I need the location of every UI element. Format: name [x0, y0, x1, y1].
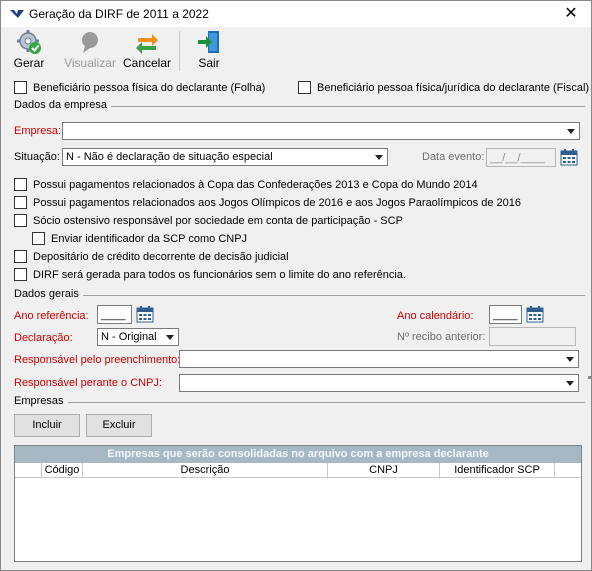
- checkbox-box[interactable]: [298, 81, 311, 94]
- data-evento-value: __/__/____: [490, 152, 546, 164]
- gerar-label: Gerar: [13, 56, 45, 70]
- recibo-anterior-label: Nº recibo anterior:: [397, 331, 486, 343]
- gerar-button[interactable]: Gerar: [9, 29, 49, 73]
- scp-label: Sócio ostensivo responsável por sociedad…: [33, 214, 403, 227]
- checkbox-box[interactable]: [32, 232, 45, 245]
- empresas-title: Empresas: [14, 395, 68, 407]
- empresa-select[interactable]: [62, 122, 580, 140]
- dados-empresa-title: Dados da empresa: [14, 99, 111, 111]
- declaracao-select[interactable]: N - Original: [97, 328, 179, 346]
- declaracao-value: N - Original: [101, 331, 157, 343]
- sem-limite-label: DIRF será gerada para todos os funcionár…: [33, 268, 406, 281]
- cancelar-arrows-icon: [136, 34, 158, 54]
- checkbox-box[interactable]: [14, 250, 27, 263]
- empresa-label: Empresa:: [14, 125, 62, 137]
- column-identificador-scp[interactable]: Identificador SCP: [440, 463, 555, 478]
- declaracao-label: Declaração:: [14, 332, 73, 344]
- resp-cnpj-label: Responsável perante o CNPJ:: [14, 377, 162, 389]
- ano-calendario-input[interactable]: ____: [489, 305, 522, 324]
- recibo-anterior-input[interactable]: [489, 327, 576, 346]
- cancelar-label: Cancelar: [122, 56, 172, 70]
- olimpicos-label: Possui pagamentos relacionados aos Jogos…: [33, 196, 521, 209]
- resp-preenchimento-label: Responsável pelo preenchimento:: [14, 354, 181, 366]
- sem-limite-checkbox[interactable]: DIRF será gerada para todos os funcionár…: [14, 268, 406, 281]
- grid-caption: Empresas que serão consolidadas no arqui…: [15, 446, 581, 463]
- checkbox-box[interactable]: [14, 268, 27, 281]
- ano-referencia-input[interactable]: ____: [97, 305, 132, 324]
- data-evento-input[interactable]: __/__/____: [486, 148, 556, 167]
- sair-button[interactable]: Sair: [189, 29, 229, 73]
- dados-empresa-group: Dados da empresa: [14, 99, 585, 113]
- depositario-label: Depositário de crédito decorrente de dec…: [33, 250, 289, 263]
- grid-header: Código Descrição CNPJ Identificador SCP: [15, 463, 581, 478]
- visualizar-button[interactable]: Visualizar: [63, 29, 117, 73]
- situacao-select[interactable]: N - Não é declaração de situação especia…: [62, 148, 388, 166]
- copa-checkbox[interactable]: Possui pagamentos relacionados à Copa da…: [14, 178, 478, 191]
- checkbox-box[interactable]: [14, 81, 27, 94]
- folha-checkbox[interactable]: Beneficiário pessoa física do declarante…: [14, 81, 265, 94]
- checkbox-box[interactable]: [14, 178, 27, 191]
- chevron-down-icon[interactable]: [372, 150, 386, 164]
- app-logo-icon: [10, 10, 24, 18]
- window-title: Geração da DIRF de 2011 a 2022: [29, 7, 209, 21]
- sair-exit-icon: [198, 31, 219, 53]
- scp-cnpj-label: Enviar identificador da SCP como CNPJ: [51, 232, 248, 245]
- dados-gerais-group: Dados gerais: [14, 288, 585, 302]
- scp-cnpj-checkbox[interactable]: Enviar identificador da SCP como CNPJ: [32, 232, 247, 245]
- situacao-label: Situação:: [14, 151, 60, 163]
- chevron-down-icon[interactable]: [163, 330, 177, 344]
- ano-calendario-value: ____: [493, 309, 518, 321]
- scp-checkbox[interactable]: Sócio ostensivo responsável por sociedad…: [14, 214, 403, 227]
- empresas-grid[interactable]: Empresas que serão consolidadas no arqui…: [14, 445, 582, 562]
- column-codigo[interactable]: Código: [42, 463, 83, 478]
- toolbar-separator: [179, 31, 180, 71]
- column-cnpj[interactable]: CNPJ: [328, 463, 440, 478]
- olimpicos-checkbox[interactable]: Possui pagamentos relacionados aos Jogos…: [14, 196, 521, 209]
- ano-calendario-label: Ano calendário:: [397, 310, 474, 322]
- folha-label: Beneficiário pessoa física do declarante…: [33, 81, 266, 94]
- resp-preenchimento-select[interactable]: [179, 350, 579, 368]
- dirf-window: Geração da DIRF de 2011 a 2022 ✕ Gerar V…: [0, 0, 592, 571]
- group-divider: [14, 295, 585, 296]
- title-bar: Geração da DIRF de 2011 a 2022 ✕: [1, 1, 591, 27]
- toolbar: Gerar Visualizar Cancelar Sair: [1, 27, 591, 75]
- resp-cnpj-select[interactable]: [179, 374, 579, 392]
- calendar-icon[interactable]: [526, 305, 544, 323]
- checkbox-box[interactable]: [14, 196, 27, 209]
- fiscal-label: Beneficiário pessoa física/jurídica do d…: [317, 81, 590, 94]
- gerar-gear-check-icon: [17, 30, 41, 54]
- fiscal-checkbox[interactable]: Beneficiário pessoa física/jurídica do d…: [298, 81, 589, 94]
- excluir-button[interactable]: Excluir: [86, 414, 152, 437]
- checkbox-box[interactable]: [14, 214, 27, 227]
- grid-indicator-column: [15, 463, 42, 478]
- chevron-down-icon[interactable]: [563, 352, 577, 366]
- chevron-down-icon[interactable]: [563, 376, 577, 390]
- visualizar-label: Visualizar: [64, 56, 116, 70]
- data-evento-label: Data evento:: [422, 151, 485, 163]
- group-divider: [14, 402, 585, 403]
- close-button[interactable]: ✕: [559, 4, 583, 24]
- incluir-button[interactable]: Incluir: [14, 414, 80, 437]
- calendar-icon[interactable]: [136, 305, 154, 323]
- chevron-down-icon[interactable]: [564, 124, 578, 138]
- ano-referencia-label: Ano referência:: [14, 310, 89, 322]
- visualizar-icon: [82, 32, 98, 53]
- empresas-group: Empresas: [14, 395, 585, 409]
- calendar-icon[interactable]: [560, 148, 578, 166]
- situacao-value: N - Não é declaração de situação especia…: [66, 151, 273, 163]
- ano-referencia-value: ____: [101, 309, 126, 321]
- column-descricao[interactable]: Descrição: [83, 463, 328, 478]
- sair-label: Sair: [198, 56, 220, 70]
- depositario-checkbox[interactable]: Depositário de crédito decorrente de dec…: [14, 250, 289, 263]
- cancelar-button[interactable]: Cancelar: [121, 29, 173, 73]
- window-edge-mark: [588, 376, 592, 379]
- dados-gerais-title: Dados gerais: [14, 288, 83, 300]
- copa-label: Possui pagamentos relacionados à Copa da…: [33, 178, 478, 191]
